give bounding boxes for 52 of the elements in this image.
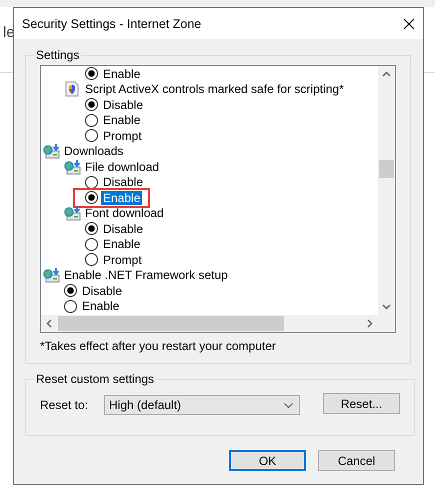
radio-button[interactable] (64, 284, 77, 298)
category-label: File download (84, 160, 160, 174)
reset-to-label: Reset to: (40, 398, 90, 412)
scroll-left-icon[interactable] (46, 319, 52, 328)
option-label[interactable]: Disable (80, 284, 124, 298)
radio-button[interactable] (85, 176, 98, 189)
option-label[interactable]: Enable (101, 66, 142, 81)
radio-button[interactable] (85, 191, 98, 204)
dialog-button[interactable]: Cancel (318, 450, 395, 471)
option-label[interactable]: Enable (101, 237, 142, 252)
chevron-down-icon (284, 402, 293, 408)
option-label[interactable]: Disable (101, 175, 146, 190)
scroll-thumb[interactable] (58, 316, 284, 331)
close-icon[interactable] (403, 18, 415, 30)
radio-button[interactable] (85, 238, 98, 251)
globe-download-icon (43, 143, 61, 160)
vertical-scrollbar[interactable] (378, 66, 395, 315)
radio-button[interactable] (85, 67, 98, 80)
scroll-down-icon[interactable] (382, 304, 391, 310)
dialog-button[interactable]: OK (229, 450, 306, 471)
category-label: Font download (84, 206, 165, 220)
globe-download-icon (64, 205, 82, 222)
restart-note: *Takes effect after you restart your computer (40, 339, 277, 353)
globe-download-icon (64, 158, 82, 175)
group-title: Settings (35, 48, 80, 62)
radio-button[interactable] (85, 222, 98, 236)
reset-level-dropdown[interactable]: High (default) (104, 395, 300, 415)
globe-download-icon (43, 267, 61, 284)
category-label: Enable .NET Framework setup (63, 268, 229, 282)
option-label[interactable]: Enable (101, 113, 142, 128)
category-label: Downloads (63, 144, 124, 158)
option-label[interactable]: Disable (101, 222, 146, 236)
radio-button[interactable] (85, 253, 98, 266)
scroll-thumb[interactable] (379, 160, 394, 178)
reset-button[interactable]: Reset... (323, 393, 400, 414)
radio-button[interactable] (85, 129, 98, 142)
scroll-up-icon[interactable] (382, 71, 391, 77)
option-label[interactable]: Disable (101, 98, 146, 112)
setting-label: Script ActiveX controls marked safe for scripting* (84, 82, 345, 96)
radio-button[interactable] (85, 114, 98, 127)
settings-list[interactable]: Enable Script ActiveX controls marked safe for scripting* Disable Enable Prompt Downloads File download Disable Enable Font download Disable Enable Prompt Enable .NET Framework setup Disable Enable (40, 65, 396, 333)
option-label[interactable]: Prompt (101, 128, 144, 143)
radio-button[interactable] (85, 98, 98, 112)
option-label[interactable]: Prompt (101, 252, 144, 267)
scroll-right-icon[interactable] (367, 319, 373, 328)
window-title: Security Settings - Internet Zone (22, 16, 202, 30)
radio-button[interactable] (64, 300, 77, 313)
option-label[interactable]: Enable (101, 190, 142, 205)
option-label[interactable]: Enable (80, 299, 122, 314)
group-title: Reset custom settings (35, 372, 156, 386)
horizontal-scrollbar[interactable] (41, 315, 378, 332)
document-shield-icon (65, 81, 79, 98)
